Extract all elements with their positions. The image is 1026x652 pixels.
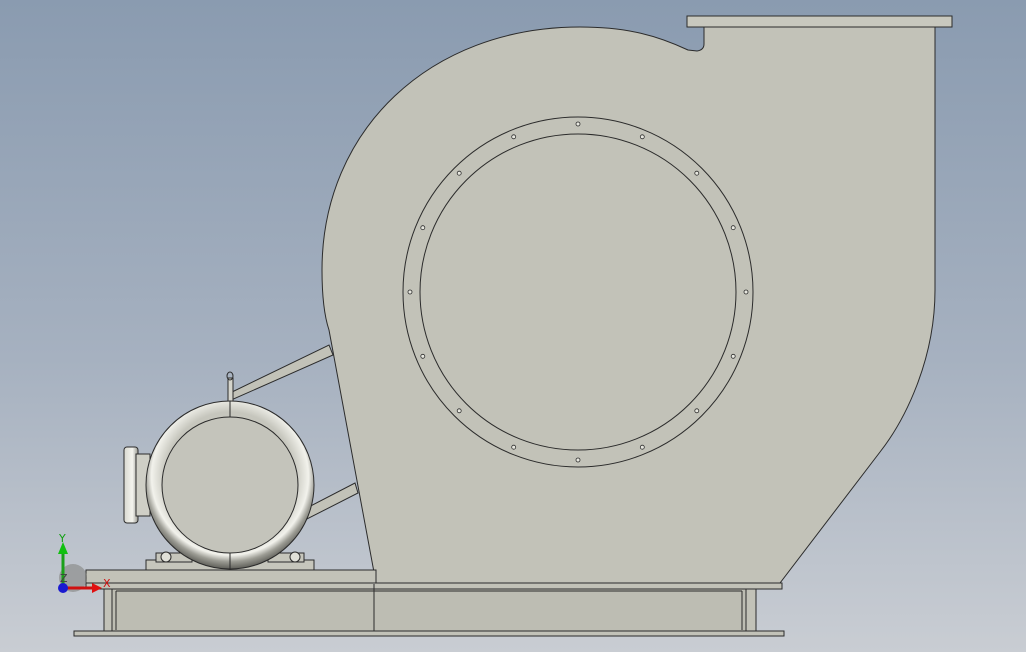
inlet-flange-inner[interactable] — [419, 133, 737, 451]
bolt-hole — [694, 408, 700, 414]
bolt-hole — [407, 289, 413, 295]
bolt-hole — [743, 289, 749, 295]
bolt-hole — [639, 134, 645, 140]
motor-body[interactable] — [145, 400, 315, 570]
triad-z-label: Z — [60, 572, 68, 585]
bolt-hole — [420, 353, 426, 359]
bolt-hole — [694, 170, 700, 176]
triad-y-label: Y — [58, 532, 66, 545]
bolt-hole — [730, 225, 736, 231]
outlet-flange[interactable] — [686, 15, 953, 28]
bolt-hole — [511, 134, 517, 140]
graphics-viewport[interactable]: Y X Z — [0, 0, 1026, 652]
bolt-hole — [456, 170, 462, 176]
bolt-hole — [730, 353, 736, 359]
bolt-hole — [639, 444, 645, 450]
motor-lifting-eye[interactable] — [226, 371, 234, 403]
bolt-hole — [511, 444, 517, 450]
reference-triad: Y X Z — [58, 532, 111, 593]
bolt-hole — [420, 225, 426, 231]
bolt-hole — [456, 408, 462, 414]
bolt-hole — [575, 457, 581, 463]
fan-model[interactable] — [0, 0, 1026, 652]
bolt-hole — [575, 121, 581, 127]
triad-x-label: X — [103, 577, 111, 590]
